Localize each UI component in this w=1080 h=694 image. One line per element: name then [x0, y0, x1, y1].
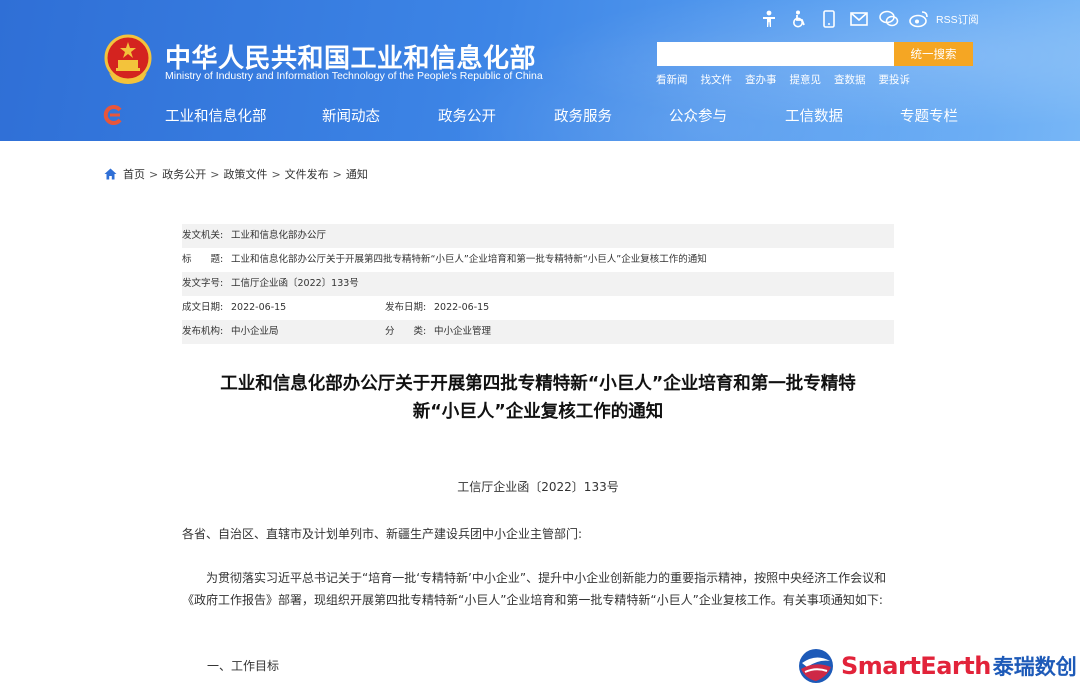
meta-value-published: 2022-06-15	[434, 302, 490, 313]
article-title-line: 工业和信息化部办公厅关于开展第四批专精特新“小巨人”企业培育和第一批专精特	[220, 374, 856, 394]
breadcrumb-home[interactable]: 首页	[123, 166, 145, 182]
meta-row-doc-no: 发文字号: 工信厅企业函〔2022〕133号	[182, 272, 894, 296]
article-title: 工业和信息化部办公厅关于开展第四批专精特新“小巨人”企业培育和第一批专精特 新“…	[182, 370, 894, 426]
meta-row-title: 标 题: 工业和信息化部办公厅关于开展第四批专精特新“小巨人”企业培育和第一批专…	[182, 248, 894, 272]
search-input[interactable]	[657, 42, 895, 66]
breadcrumb: 首页 > 政务公开 > 政策文件 > 文件发布 > 通知	[104, 166, 368, 182]
quick-link-data[interactable]: 查数据	[834, 72, 866, 87]
site-header: 中华人民共和国工业和信息化部 Ministry of Industry and …	[0, 0, 1080, 141]
search-button[interactable]: 统一搜索	[894, 42, 973, 66]
mail-icon[interactable]	[848, 8, 870, 30]
wheelchair-icon[interactable]	[788, 8, 810, 30]
quick-link-services[interactable]: 查办事	[745, 72, 777, 87]
meta-label: 发文机关:	[182, 230, 224, 241]
nav-item-gov-services[interactable]: 政务服务	[554, 105, 612, 126]
meta-value-doc-no: 工信厅企业函〔2022〕133号	[231, 278, 359, 289]
nav-item-gov-affairs[interactable]: 政务公开	[438, 105, 496, 126]
nav-item-topics[interactable]: 专题专栏	[900, 105, 958, 126]
meta-value-issuer: 工业和信息化部办公厅	[231, 230, 327, 241]
meta-value-title: 工业和信息化部办公厅关于开展第四批专精特新“小巨人”企业培育和第一批专精特新“小…	[231, 254, 707, 265]
article-section-heading: 一、工作目标	[207, 659, 280, 673]
tool-icons-bar: RSS订阅	[758, 8, 979, 30]
mobile-phone-icon[interactable]	[818, 8, 840, 30]
meta-label: 发文字号:	[182, 278, 224, 289]
quick-link-news[interactable]: 看新闻	[656, 72, 688, 87]
meta-value-category: 中小企业管理	[434, 326, 492, 337]
nav-item-public-participation[interactable]: 公众参与	[669, 105, 727, 126]
meta-value-created: 2022-06-15	[231, 302, 287, 313]
breadcrumb-policy-files[interactable]: 政策文件	[223, 166, 267, 182]
home-icon	[104, 168, 117, 180]
nav-item-data[interactable]: 工信数据	[785, 105, 843, 126]
brand-name-cn: 泰瑞数创	[992, 655, 1077, 679]
accessibility-person-icon[interactable]	[758, 8, 780, 30]
breadcrumb-separator: >	[332, 167, 342, 181]
national-emblem-icon[interactable]	[103, 33, 153, 85]
meta-label: 分 类:	[385, 326, 427, 337]
breadcrumb-separator: >	[149, 167, 159, 181]
meta-label: 发布日期:	[385, 302, 427, 313]
meta-label: 发布机构:	[182, 326, 224, 337]
article-doc-number: 工信厅企业函〔2022〕133号	[457, 480, 619, 494]
breadcrumb-notice[interactable]: 通知	[346, 166, 368, 182]
meta-row-org: 发布机构: 中小企业局 分 类: 中小企业管理	[182, 320, 894, 344]
brand-watermark: SmartEarth 泰瑞数创	[797, 645, 1077, 687]
breadcrumb-separator: >	[271, 167, 281, 181]
breadcrumb-separator: >	[210, 167, 220, 181]
brand-name-en: SmartEarth	[841, 652, 991, 680]
quick-link-feedback[interactable]: 提意见	[790, 72, 822, 87]
main-nav: 工业和信息化部 新闻动态 政务公开 政务服务 公众参与 工信数据 专题专栏	[0, 101, 1080, 129]
article-paragraph: 为贯彻落实习近平总书记关于“培育一批‘专精特新’中小企业”、提升中小企业创新能力…	[182, 571, 887, 607]
breadcrumb-file-release[interactable]: 文件发布	[285, 166, 329, 182]
meta-label: 标 题:	[182, 254, 224, 265]
meta-row-dates: 成文日期: 2022-06-15 发布日期: 2022-06-15	[182, 296, 894, 320]
smartearth-logo-icon	[799, 649, 833, 683]
article-title-line: 新“小巨人”企业复核工作的通知	[412, 402, 664, 422]
nav-item-news[interactable]: 新闻动态	[322, 105, 380, 126]
meta-row-issuer: 发文机关: 工业和信息化部办公厅	[182, 224, 894, 248]
quick-link-files[interactable]: 找文件	[701, 72, 733, 87]
article-salutation: 各省、自治区、直辖市及计划单列市、新疆生产建设兵团中小企业主管部门:	[182, 527, 583, 541]
document-meta-table: 发文机关: 工业和信息化部办公厅 标 题: 工业和信息化部办公厅关于开展第四批专…	[182, 224, 894, 344]
wechat-icon[interactable]	[878, 8, 900, 30]
nav-item-ministry[interactable]: 工业和信息化部	[165, 105, 267, 126]
weibo-icon[interactable]	[908, 8, 930, 30]
meta-value-org: 中小企业局	[231, 326, 279, 337]
site-subtitle: Ministry of Industry and Information Tec…	[165, 70, 543, 82]
breadcrumb-gov-affairs[interactable]: 政务公开	[162, 166, 206, 182]
meta-label: 成文日期:	[182, 302, 224, 313]
quick-links: 看新闻 找文件 查办事 提意见 查数据 要投诉	[656, 72, 923, 87]
rss-link[interactable]: RSS订阅	[936, 12, 979, 27]
quick-link-complaint[interactable]: 要投诉	[879, 72, 911, 87]
